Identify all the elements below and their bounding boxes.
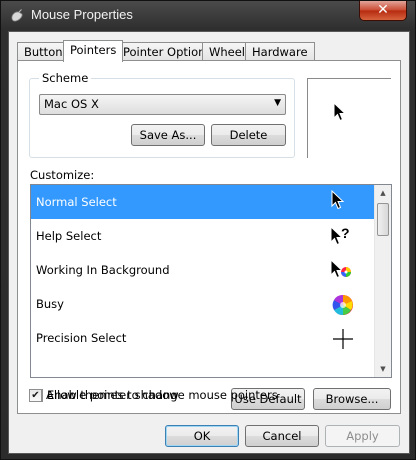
list-item-label: Normal Select [36, 195, 117, 209]
dialog-body: Buttons Pointers Pointer Options Wheel H… [8, 31, 410, 454]
list-item-label: Help Select [36, 229, 102, 243]
list-item[interactable]: Busy [31, 287, 375, 321]
customize-label: Customize: [30, 168, 95, 182]
save-as-button[interactable]: Save As... [131, 124, 205, 146]
browse-button[interactable]: Browse... [313, 388, 391, 410]
help-cursor-icon: ? [330, 225, 350, 246]
list-item[interactable]: Working In Background [31, 253, 375, 287]
list-item-label: Precision Select [36, 331, 127, 345]
list-scrollbar[interactable]: ▲ ▼ [374, 185, 391, 377]
busy-wheel-icon [332, 294, 353, 316]
list-item[interactable]: Normal Select [31, 185, 375, 219]
scheme-dropdown[interactable]: Mac OS X ▼ [39, 94, 286, 115]
window-title: Mouse Properties [31, 7, 133, 22]
chevron-down-icon: ▼ [274, 98, 281, 108]
tab-pointers[interactable]: Pointers [63, 40, 124, 62]
checkmark-icon: ✔ [31, 390, 40, 401]
arrow-cursor-icon [331, 189, 345, 210]
arrow-cursor-icon [333, 102, 347, 122]
working-cursor-icon [330, 258, 351, 279]
scroll-up-icon[interactable]: ▲ [375, 185, 391, 201]
list-item-label: Busy [36, 297, 64, 311]
scroll-thumb[interactable] [377, 203, 389, 236]
cursor-list[interactable]: Normal Select Help Select ? Working In B… [30, 184, 392, 378]
list-item[interactable]: Precision Select [31, 321, 375, 355]
mouse-icon [11, 9, 23, 22]
svg-text:?: ? [341, 225, 350, 241]
pointers-tab-panel: Scheme Mac OS X ▼ Save As... Delete Cust… [17, 60, 401, 414]
cancel-button[interactable]: Cancel [245, 425, 319, 447]
list-item-label: Working In Background [36, 263, 170, 277]
apply-button[interactable]: Apply [325, 425, 400, 447]
ok-button[interactable]: OK [165, 425, 239, 447]
allow-themes-label: Allow themes to change mouse pointers [46, 388, 278, 402]
close-button[interactable]: ✕ [359, 1, 407, 21]
list-item[interactable]: Help Select ? [31, 219, 375, 253]
scroll-down-icon[interactable]: ▼ [375, 361, 391, 377]
scheme-group [29, 78, 295, 158]
cursor-preview [307, 78, 391, 158]
tab-hardware[interactable]: Hardware [245, 42, 315, 61]
mouse-properties-window: Mouse Properties ✕ Buttons Pointers Poin… [0, 0, 416, 460]
scheme-dropdown-value: Mac OS X [44, 97, 99, 111]
allow-themes-checkbox[interactable]: ✔ [29, 389, 42, 402]
scheme-group-label: Scheme [39, 71, 92, 85]
crosshair-icon [333, 329, 353, 349]
delete-button[interactable]: Delete [211, 124, 286, 146]
title-bar[interactable]: Mouse Properties ✕ [1, 1, 415, 31]
